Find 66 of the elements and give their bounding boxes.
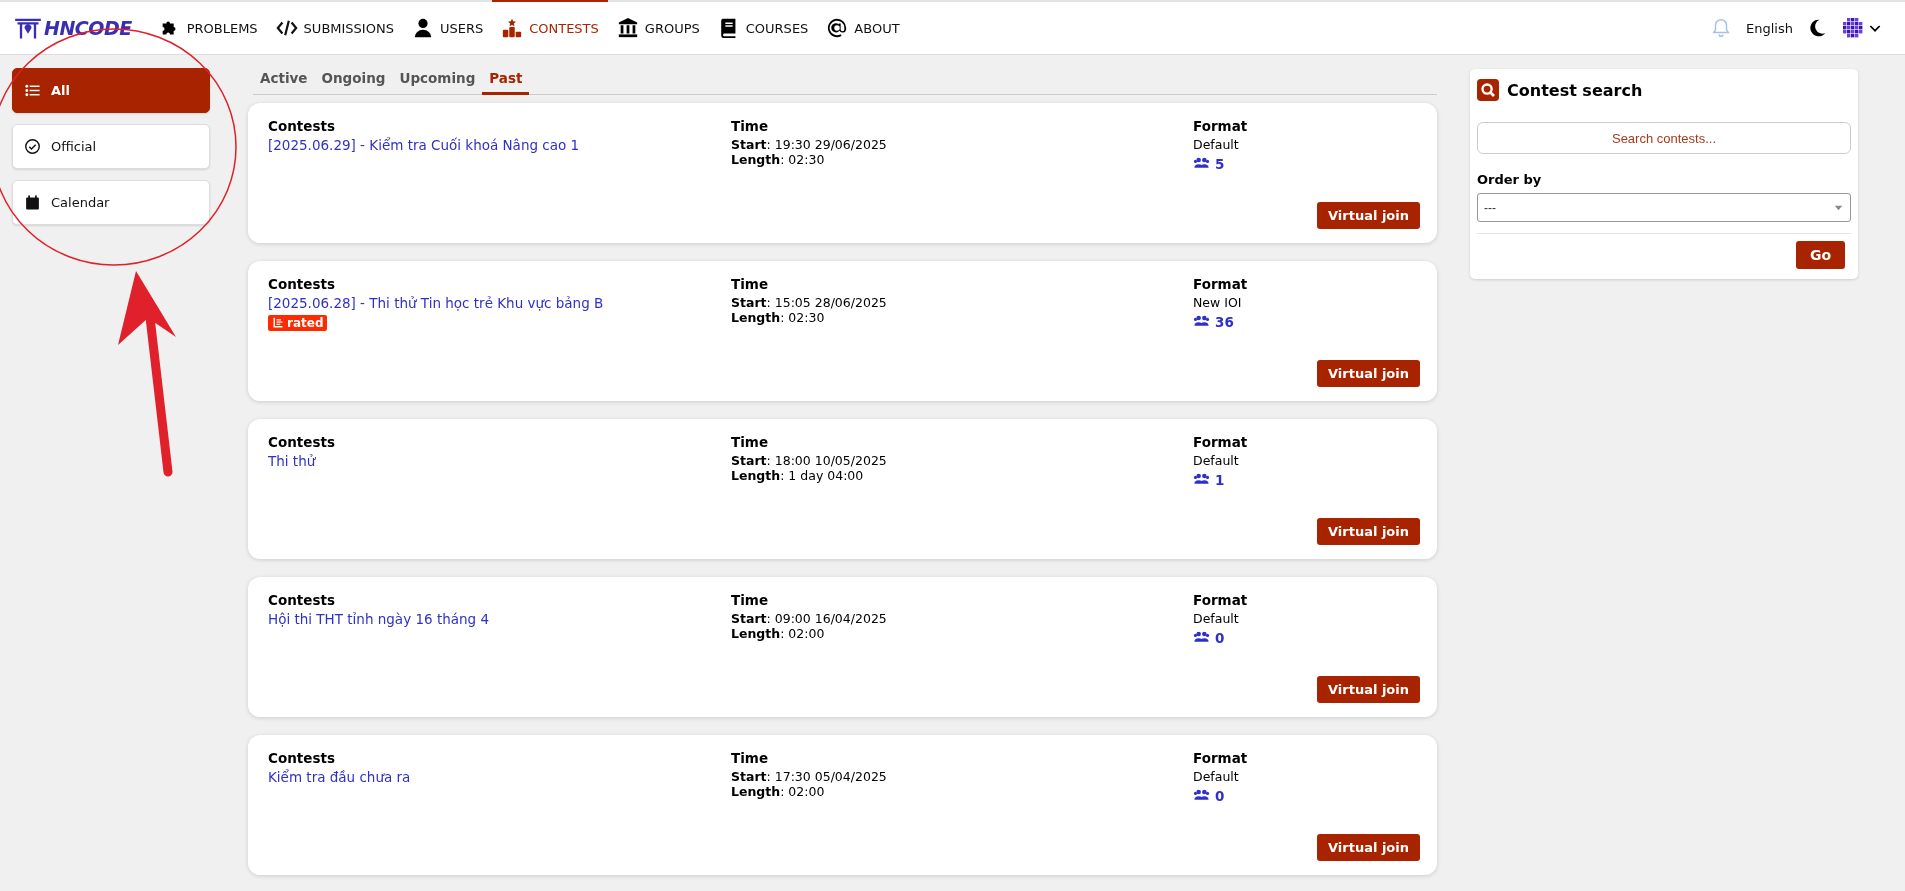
start-time: Start: 09:00 16/04/2025 (731, 611, 888, 626)
column-heading: Time (731, 276, 770, 292)
sidebar-button[interactable]: Calendar (12, 180, 210, 225)
go-button[interactable]: Go (1795, 241, 1845, 269)
column-heading: Contests (268, 434, 336, 450)
panel-title: Contest search (1507, 80, 1643, 100)
filter-tab[interactable]: Upcoming (392, 66, 483, 95)
order-select[interactable]: --- (1477, 193, 1851, 222)
search-field[interactable]: Search contests... (1477, 122, 1851, 154)
participants-link[interactable]: 0 (1193, 787, 1225, 804)
contest-format: Default (1193, 137, 1240, 152)
contest-format: New IOI (1193, 295, 1243, 310)
contest-format: Default (1193, 611, 1240, 626)
participants-link[interactable]: 0 (1193, 629, 1225, 646)
column-heading: Format (1193, 750, 1249, 766)
column-heading: Contests (268, 118, 336, 134)
filter-tab[interactable]: Past (482, 66, 530, 95)
column-heading: Format (1193, 592, 1249, 608)
virtual-join-button[interactable]: Virtual join (1316, 676, 1420, 703)
participants-link[interactable]: 1 (1193, 471, 1225, 488)
sidebar-button[interactable]: All (12, 68, 210, 113)
column-heading: Format (1193, 434, 1249, 450)
column-heading: Time (731, 592, 770, 608)
column-heading: Format (1193, 276, 1249, 292)
start-time: Start: 19:30 29/06/2025 (731, 137, 888, 152)
contest-format: Default (1193, 453, 1240, 468)
contest-length: Length: 02:00 (731, 784, 826, 799)
filter-tab[interactable]: Ongoing (314, 66, 393, 95)
nav-link[interactable]: USERS (402, 0, 493, 54)
contest-length: Length: 02:00 (731, 626, 826, 641)
contest-link[interactable]: [2025.06.29] - Kiểm tra Cuối khoá Nâng cao 1 (268, 137, 580, 153)
sidebar-button[interactable]: Official (12, 124, 210, 169)
nav-link[interactable]: PROBLEMS (149, 0, 267, 54)
contest-length: Length: 02:30 (731, 310, 826, 325)
start-time: Start: 17:30 05/04/2025 (731, 769, 888, 784)
contest-link[interactable]: Hội thi THT tỉnh ngày 16 tháng 4 (268, 611, 489, 627)
column-heading: Contests (268, 750, 336, 766)
virtual-join-button[interactable]: Virtual join (1316, 202, 1420, 229)
language-link[interactable]: English (1746, 20, 1793, 36)
column-heading: Time (731, 750, 770, 766)
nav-link[interactable]: ABOUT (817, 0, 909, 54)
participants-link[interactable]: 36 (1193, 313, 1234, 330)
column-heading: Time (731, 118, 770, 134)
column-heading: Contests (268, 592, 336, 608)
virtual-join-button[interactable]: Virtual join (1316, 518, 1420, 545)
column-heading: Time (731, 434, 770, 450)
contest-length: Length: 1 day 04:00 (731, 468, 865, 483)
nav-link[interactable]: SUBMISSIONS (266, 0, 403, 54)
column-heading: Contests (268, 276, 336, 292)
start-time: Start: 15:05 28/06/2025 (731, 295, 888, 310)
virtual-join-button[interactable]: Virtual join (1316, 834, 1420, 861)
start-time: Start: 18:00 10/05/2025 (731, 453, 888, 468)
contest-link[interactable]: [2025.06.28] - Thi thử Tin học trẻ Khu vực bảng B (268, 295, 604, 311)
field-label: Order by (1477, 172, 1543, 187)
virtual-join-button[interactable]: Virtual join (1316, 360, 1420, 387)
column-heading: Format (1193, 118, 1249, 134)
contest-link[interactable]: Thi thử (268, 453, 316, 469)
participants-link[interactable]: 5 (1193, 155, 1225, 172)
nav-link[interactable]: CONTESTS (492, 0, 608, 54)
filter-tab[interactable]: Active (253, 66, 315, 95)
rated-badge: rated (268, 315, 328, 331)
nav-link[interactable]: GROUPS (607, 0, 709, 54)
contest-format: Default (1193, 769, 1240, 784)
contest-link[interactable]: Kiểm tra đầu chưa ra (268, 769, 411, 785)
contest-length: Length: 02:30 (731, 152, 826, 167)
nav-link[interactable]: COURSES (708, 0, 818, 54)
